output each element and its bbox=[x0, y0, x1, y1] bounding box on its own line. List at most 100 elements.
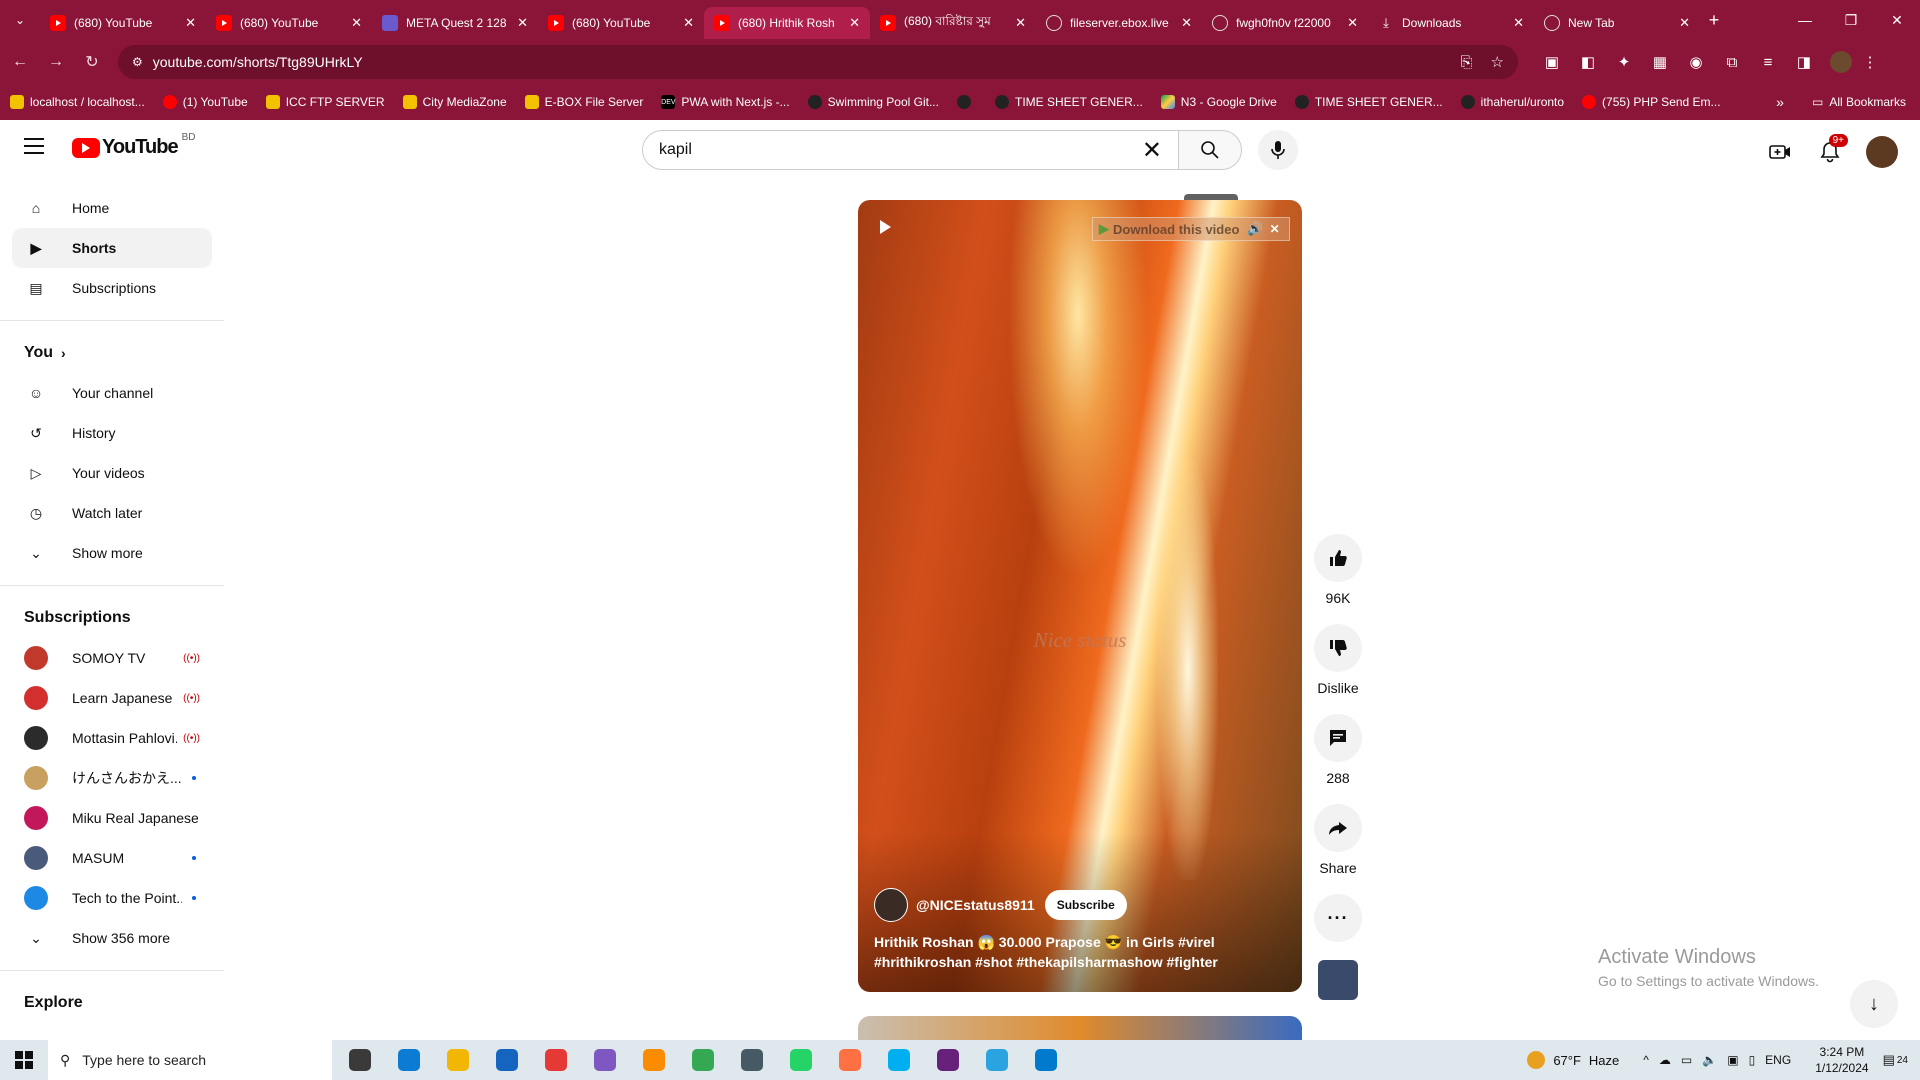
reload-button[interactable]: ↻ bbox=[76, 46, 108, 78]
extension-icon[interactable]: ✦ bbox=[1606, 53, 1642, 71]
browser-tab[interactable]: META Quest 2 128 ✕ bbox=[372, 7, 538, 39]
taskbar-search[interactable]: ⚲ Type here to search bbox=[48, 1040, 332, 1080]
camera-extension-icon[interactable]: ◉ bbox=[1678, 53, 1714, 71]
browser-menu-icon[interactable]: ⋮ bbox=[1852, 53, 1888, 71]
bookmark-item[interactable]: ICC FTP SERVER bbox=[265, 95, 385, 109]
close-tab-icon[interactable]: ✕ bbox=[1513, 15, 1524, 31]
edge-app-button[interactable] bbox=[389, 1040, 429, 1080]
subscription-item[interactable]: MASUM bbox=[12, 838, 212, 878]
close-tab-icon[interactable]: ✕ bbox=[849, 15, 860, 31]
play-icon[interactable] bbox=[880, 220, 891, 234]
subscription-item[interactable]: Learn Japanese ... ((•)) bbox=[12, 678, 212, 718]
channel-name[interactable]: @NICEstatus8911 bbox=[916, 897, 1035, 913]
profile-avatar[interactable] bbox=[1830, 51, 1852, 73]
onedrive-icon[interactable]: ☁ bbox=[1659, 1053, 1671, 1067]
sidebar-item-subscriptions[interactable]: ▤ Subscriptions bbox=[12, 268, 212, 308]
xampp-app-button[interactable] bbox=[634, 1040, 674, 1080]
comments-button[interactable] bbox=[1314, 714, 1362, 762]
extension-icon[interactable]: ▣ bbox=[1534, 53, 1570, 71]
guide-menu-icon[interactable] bbox=[24, 138, 44, 154]
network-icon[interactable]: ▭ bbox=[1681, 1053, 1692, 1067]
subscription-item[interactable]: Mottasin Pahlovi... ((•)) bbox=[12, 718, 212, 758]
close-window-button[interactable]: ✕ bbox=[1874, 0, 1920, 40]
browser-tab[interactable]: New Tab ✕ bbox=[1534, 7, 1700, 39]
create-button[interactable] bbox=[1760, 132, 1800, 172]
sound-thumbnail[interactable] bbox=[1318, 960, 1358, 1000]
bookmark-item[interactable]: N3 - Google Drive bbox=[1160, 95, 1277, 109]
minimize-button[interactable]: — bbox=[1782, 0, 1828, 40]
dislike-button[interactable] bbox=[1314, 624, 1362, 672]
bookmark-item[interactable]: DEV PWA with Next.js -... bbox=[661, 95, 790, 109]
file-explorer-app-button[interactable] bbox=[438, 1040, 478, 1080]
clock[interactable]: 3:24 PM 1/12/2024 bbox=[1815, 1044, 1868, 1076]
notification-center-button[interactable]: ▤ 24 bbox=[1883, 1052, 1908, 1068]
more-options-button[interactable]: ··· bbox=[1314, 894, 1362, 942]
extension-icon[interactable]: ◧ bbox=[1570, 53, 1606, 71]
close-tab-icon[interactable]: ✕ bbox=[1181, 15, 1192, 31]
browser-tab[interactable]: (680) বারিষ্টার সুম ✕ bbox=[870, 7, 1036, 39]
chrome-app-button[interactable] bbox=[683, 1040, 723, 1080]
bookmark-item[interactable]: TIME SHEET GENER... bbox=[994, 95, 1143, 109]
visual-studio-app-button[interactable] bbox=[928, 1040, 968, 1080]
bookmark-item[interactable] bbox=[956, 95, 977, 109]
search-input[interactable]: kapil ✕ bbox=[642, 130, 1178, 170]
subscription-item[interactable]: Tech to the Point... bbox=[12, 878, 212, 918]
wps-office-app-button[interactable] bbox=[536, 1040, 576, 1080]
all-bookmarks-button[interactable]: ▭ All Bookmarks bbox=[1812, 95, 1906, 109]
video-description[interactable]: Hrithik Roshan 😱 30.000 Prapose 😎 in Gir… bbox=[874, 932, 1284, 972]
sidebar-item-your-channel[interactable]: ☺ Your channel bbox=[12, 373, 212, 413]
site-info-icon[interactable]: ⚙ bbox=[132, 55, 143, 69]
telegram-app-button[interactable] bbox=[977, 1040, 1017, 1080]
subscribe-button[interactable]: Subscribe bbox=[1044, 890, 1127, 920]
close-tab-icon[interactable]: ✕ bbox=[1015, 15, 1026, 31]
close-tab-icon[interactable]: ✕ bbox=[1347, 15, 1358, 31]
battery-icon[interactable]: ▯ bbox=[1749, 1053, 1756, 1067]
bookmark-item[interactable]: City MediaZone bbox=[402, 95, 507, 109]
browser-tab[interactable]: (680) YouTube ✕ bbox=[538, 7, 704, 39]
bookmark-star-icon[interactable]: ☆ bbox=[1491, 53, 1504, 71]
notifications-button[interactable]: 9+ bbox=[1810, 132, 1850, 172]
close-download-icon[interactable]: ✕ bbox=[1270, 222, 1280, 236]
sublime-app-button[interactable] bbox=[830, 1040, 870, 1080]
close-tab-icon[interactable]: ✕ bbox=[1679, 15, 1690, 31]
copilot-app-button[interactable] bbox=[585, 1040, 625, 1080]
side-panel-icon[interactable]: ◨ bbox=[1786, 53, 1822, 71]
bookmark-item[interactable]: localhost / localhost... bbox=[10, 95, 145, 109]
search-button[interactable] bbox=[1178, 130, 1242, 170]
like-button[interactable] bbox=[1314, 534, 1362, 582]
new-tab-button[interactable]: + bbox=[1700, 10, 1728, 31]
sidebar-item-shorts[interactable]: ▶ Shorts bbox=[12, 228, 212, 268]
volume-icon[interactable]: 🔈 bbox=[1702, 1053, 1717, 1067]
browser-tab[interactable]: fileserver.ebox.live ✕ bbox=[1036, 7, 1202, 39]
close-tab-icon[interactable]: ✕ bbox=[351, 15, 362, 31]
browser-tab[interactable]: ⤓ Downloads ✕ bbox=[1368, 7, 1534, 39]
display-icon[interactable]: ▣ bbox=[1727, 1053, 1738, 1067]
bookmark-item[interactable]: (755) PHP Send Em... bbox=[1582, 95, 1721, 109]
next-short-preview[interactable] bbox=[858, 1016, 1302, 1040]
puzzle-extensions-icon[interactable]: ⧉ bbox=[1714, 54, 1750, 71]
sidebar-item-trending[interactable]: ♨ Trending bbox=[12, 1023, 212, 1039]
sidebar-item-watch-later[interactable]: ◷ Watch later bbox=[12, 493, 212, 533]
you-section-heading[interactable]: You › bbox=[0, 333, 224, 373]
whatsapp-app-button[interactable] bbox=[781, 1040, 821, 1080]
sidebar-item-show-more[interactable]: ⌄ Show more bbox=[12, 533, 212, 573]
sidebar-item-history[interactable]: ↺ History bbox=[12, 413, 212, 453]
show-more-subscriptions[interactable]: ⌄ Show 356 more bbox=[12, 918, 212, 958]
extension-icon[interactable]: ▦ bbox=[1642, 53, 1678, 71]
start-button[interactable] bbox=[0, 1040, 48, 1080]
address-bar[interactable]: ⚙ youtube.com/shorts/Ttg89UHrkLY ⎘ ☆ bbox=[118, 45, 1518, 79]
download-video-bar[interactable]: ▶ Download this video 🔊 ✕ bbox=[1092, 217, 1290, 241]
subscription-item[interactable]: Miku Real Japanese bbox=[12, 798, 212, 838]
sidebar-item-your-videos[interactable]: ▷ Your videos bbox=[12, 453, 212, 493]
shorts-video-player[interactable]: ▶ Download this video 🔊 ✕ Nice status @N… bbox=[858, 200, 1302, 992]
weather-widget[interactable]: 67°F Haze bbox=[1527, 1051, 1619, 1069]
clear-search-icon[interactable]: ✕ bbox=[1142, 136, 1162, 165]
subscription-item[interactable]: SOMOY TV ((•)) bbox=[12, 638, 212, 678]
share-button[interactable] bbox=[1314, 804, 1362, 852]
skype-app-button[interactable] bbox=[879, 1040, 919, 1080]
install-icon[interactable]: ⎘ bbox=[1461, 54, 1473, 71]
language-indicator[interactable]: ENG bbox=[1765, 1053, 1791, 1067]
account-avatar[interactable] bbox=[1866, 136, 1898, 168]
bookmark-item[interactable]: (1) YouTube bbox=[162, 95, 248, 109]
task-view-app-button[interactable] bbox=[340, 1040, 380, 1080]
